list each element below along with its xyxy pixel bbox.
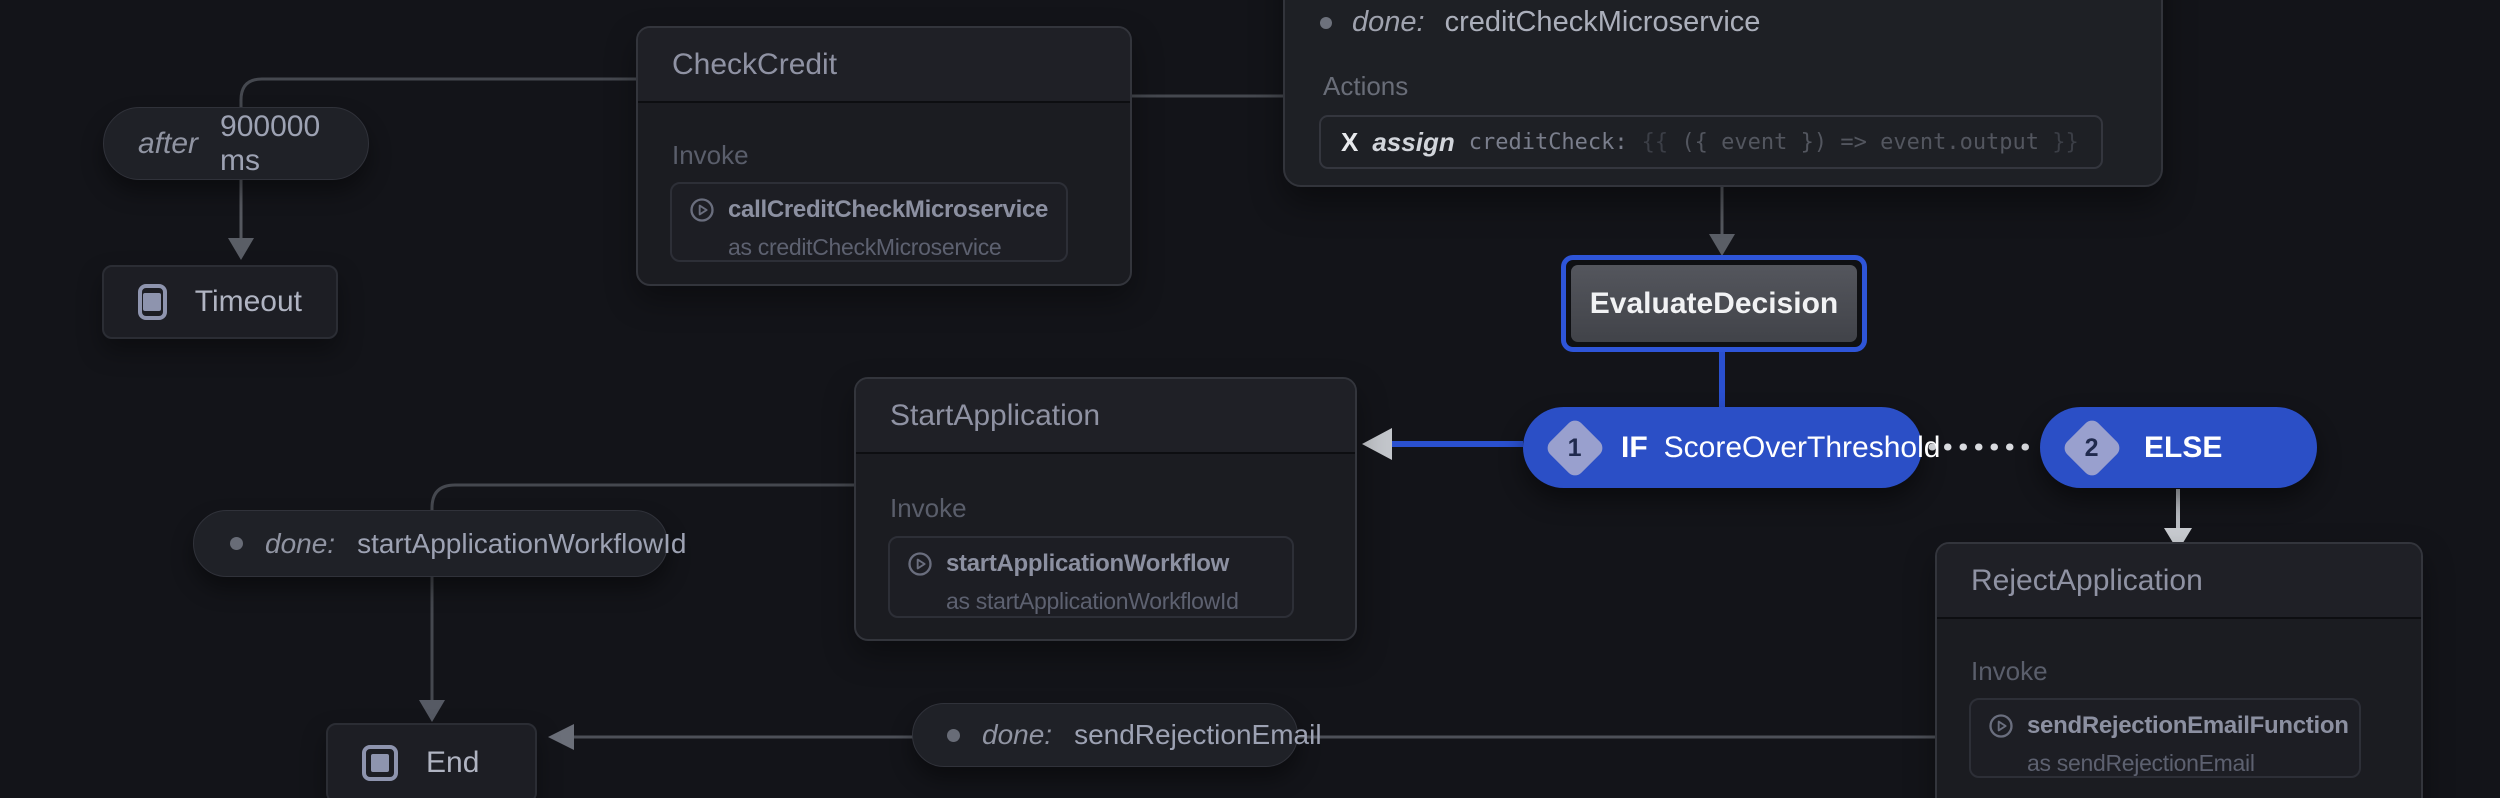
state-icon: [362, 745, 398, 781]
condition-pill-if[interactable]: 1 IF ScoreOverThreshold: [1523, 407, 1940, 488]
workflow-canvas[interactable]: after 900000 ms Timeout CheckCredit Invo…: [0, 0, 2500, 798]
start-application-header: StartApplication: [856, 379, 1355, 454]
node-credit-check-config[interactable]: done: creditCheckMicroservice Actions X …: [1283, 0, 2163, 187]
arrowhead-evaluate: [1709, 234, 1735, 256]
timer-pill[interactable]: after 900000 ms: [103, 107, 369, 180]
expr-body: ({ event }) => event.output: [1681, 129, 2040, 155]
timeout-label: Timeout: [194, 285, 302, 318]
assign-key: creditCheck:: [1468, 129, 1628, 155]
node-end[interactable]: End: [326, 723, 537, 798]
done-keyword: done:: [1352, 6, 1425, 38]
done-pill-send-rejection[interactable]: done: sendRejectionEmail: [912, 703, 1322, 767]
arrowhead-timeout: [228, 238, 254, 260]
evaluate-decision-label: EvaluateDecision: [1589, 286, 1839, 320]
node-evaluate-decision[interactable]: EvaluateDecision: [1561, 255, 1867, 352]
check-credit-alias: as creditCheckMicroservice: [728, 234, 1002, 260]
invoke-box[interactable]: sendRejectionEmailFunction as sendReject…: [1969, 698, 2361, 778]
bullet-icon: [230, 537, 243, 550]
start-application-title: StartApplication: [890, 398, 1101, 432]
if-keyword: IF: [1621, 430, 1648, 464]
done-value: creditCheckMicroservice: [1444, 6, 1761, 38]
check-credit-title: CheckCredit: [672, 47, 838, 81]
invoke-box[interactable]: callCreditCheckMicroservice as creditChe…: [670, 182, 1068, 262]
node-timeout[interactable]: Timeout: [102, 265, 338, 339]
invoke-label: Invoke: [672, 140, 749, 170]
node-start-application[interactable]: StartApplication Invoke startApplication…: [854, 377, 1357, 641]
circled-play-icon: [690, 198, 714, 222]
expr-open: {{: [1641, 129, 1669, 155]
node-check-credit[interactable]: CheckCredit Invoke callCreditCheckMicros…: [636, 26, 1132, 286]
check-credit-function: callCreditCheckMicroservice: [728, 196, 1049, 223]
done-value: startApplicationWorkflowId: [357, 527, 687, 559]
else-keyword: ELSE: [2144, 430, 2223, 464]
actions-label: Actions: [1323, 71, 1409, 101]
assign-action-row[interactable]: X assign creditCheck: {{ ({ event }) => …: [1319, 115, 2103, 169]
start-application-alias: as startApplicationWorkflowId: [946, 588, 1239, 614]
circled-play-icon: [1989, 714, 2013, 738]
circled-play-icon: [908, 552, 932, 576]
bullet-icon: [947, 728, 960, 742]
done-keyword: done:: [265, 527, 336, 559]
expr-close: }}: [2052, 129, 2079, 155]
timer-keyword: after: [138, 126, 199, 160]
done-pill-start-application[interactable]: done: startApplicationWorkflowId: [193, 510, 686, 577]
condition-index-icon: 2: [2060, 416, 2124, 479]
edge-checkcredit-to-timer: [239, 77, 636, 107]
invoke-label: Invoke: [890, 493, 967, 523]
arrowhead-startapplication: [1362, 428, 1392, 460]
done-value: sendRejectionEmail: [1074, 719, 1322, 750]
condition-index-icon: 1: [1543, 416, 1607, 479]
bullet-icon: [1320, 16, 1332, 29]
if-condition: ScoreOverThreshold: [1663, 430, 1941, 464]
done-keyword: done:: [982, 719, 1053, 750]
reject-application-alias: as sendRejectionEmail: [2027, 750, 2255, 776]
node-reject-application[interactable]: RejectApplication Invoke sendRejectionEm…: [1935, 542, 2423, 798]
invoke-label: Invoke: [1971, 656, 2048, 686]
check-credit-header: CheckCredit: [638, 28, 1130, 103]
state-icon: [138, 284, 167, 320]
start-application-function: startApplicationWorkflow: [946, 550, 1230, 577]
timer-value: 900000 ms: [220, 109, 321, 177]
x-icon: X: [1341, 126, 1359, 157]
invoke-box[interactable]: startApplicationWorkflow as startApplica…: [888, 536, 1294, 618]
condition-pill-else[interactable]: 2 ELSE: [2040, 407, 2317, 488]
arrowhead-end-top: [419, 700, 445, 722]
reject-application-title: RejectApplication: [1971, 563, 2203, 597]
assign-keyword: assign: [1372, 126, 1455, 157]
assign-expression: {{ ({ event }) => event.output }}: [1642, 130, 2079, 155]
config-done-row: done: creditCheckMicroservice: [1320, 6, 1760, 39]
reject-application-header: RejectApplication: [1937, 544, 2421, 619]
arrowhead-end-right: [548, 724, 574, 750]
reject-application-function: sendRejectionEmailFunction: [2027, 712, 2349, 739]
end-label: End: [426, 746, 480, 779]
